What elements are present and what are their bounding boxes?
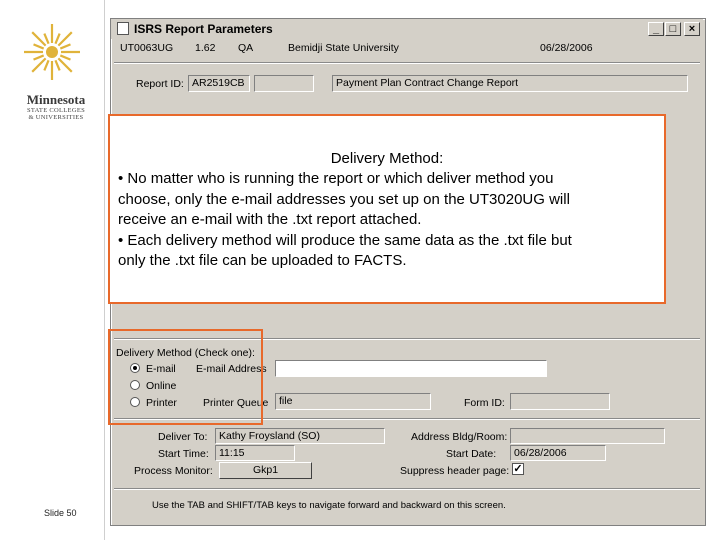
- navigation-hint: Use the TAB and SHIFT/TAB keys to naviga…: [152, 500, 506, 511]
- process-monitor-label: Process Monitor:: [134, 465, 213, 477]
- process-monitor-button[interactable]: Gkp1: [219, 462, 312, 479]
- delivery-method-callout: Delivery Method: • No matter who is runn…: [108, 114, 666, 304]
- star-ray: [43, 59, 50, 71]
- slide-number: Slide 50: [44, 508, 77, 518]
- form-id-field[interactable]: [510, 393, 610, 410]
- star-ray: [33, 43, 45, 50]
- delivery-method-highlight: [108, 329, 263, 425]
- report-name-field[interactable]: Payment Plan Contract Change Report: [332, 75, 688, 92]
- star-ray: [54, 33, 61, 45]
- star-ray: [54, 59, 61, 71]
- email-address-field[interactable]: [275, 360, 547, 377]
- report-code: UT0063UG: [120, 42, 174, 54]
- deliver-to-field[interactable]: Kathy Froysland (SO): [215, 428, 385, 444]
- start-date-field[interactable]: 06/28/2006: [510, 445, 606, 461]
- deliver-to-label: Deliver To:: [158, 431, 208, 443]
- star-burst-icon: [24, 24, 80, 80]
- start-time-label: Start Time:: [158, 448, 209, 460]
- suppress-header-label: Suppress header page:: [400, 465, 510, 477]
- maximize-button[interactable]: □: [665, 22, 681, 36]
- divider: [114, 488, 700, 490]
- window-title: ISRS Report Parameters: [134, 22, 273, 36]
- form-id-label: Form ID:: [464, 397, 505, 409]
- callout-line: only the .txt file can be uploaded to FA…: [118, 252, 407, 269]
- start-date-label: Start Date:: [446, 448, 497, 460]
- environment: QA: [238, 42, 254, 54]
- suppress-header-checkbox[interactable]: ✓: [512, 463, 524, 475]
- callout-line: • No matter who is running the report or…: [118, 170, 554, 187]
- report-id-extra-field[interactable]: [254, 75, 314, 92]
- institution-name: Bemidji State University: [288, 42, 399, 54]
- divider: [114, 62, 700, 64]
- callout-line: choose, only the e-mail addresses you se…: [118, 190, 570, 208]
- callout-line: receive an e-mail with the .txt report a…: [118, 211, 422, 228]
- minimize-button[interactable]: _: [648, 22, 664, 36]
- callout-body: • No matter who is running the report or…: [118, 169, 658, 272]
- logo-subtitle-line-2: & UNIVERSITIES: [28, 114, 84, 121]
- address-label: Address Bldg/Room:: [411, 431, 508, 443]
- close-button[interactable]: ×: [684, 22, 700, 36]
- callout-title: Delivery Method:: [330, 150, 444, 167]
- report-id-field[interactable]: AR2519CB: [188, 75, 250, 92]
- window-app-icon: [117, 22, 129, 35]
- star-ray: [59, 54, 71, 61]
- logo-subtitle: STATE COLLEGES & UNIVERSITIES: [14, 107, 98, 121]
- star-ray: [59, 43, 71, 50]
- callout-line: • Each delivery method will produce the …: [118, 231, 572, 249]
- address-field[interactable]: [510, 428, 665, 444]
- logo-name: Minnesota: [26, 92, 86, 107]
- version: 1.62: [195, 42, 216, 54]
- check-icon: ✓: [513, 463, 523, 475]
- logo-subtitle-line-1: STATE COLLEGES: [26, 107, 86, 114]
- header-date: 06/28/2006: [540, 42, 593, 54]
- start-time-field[interactable]: 11:15: [215, 445, 295, 461]
- star-ray: [33, 54, 45, 61]
- report-id-label: Report ID:: [136, 78, 184, 90]
- star-ray: [43, 33, 50, 45]
- printer-queue-field[interactable]: file: [275, 393, 431, 410]
